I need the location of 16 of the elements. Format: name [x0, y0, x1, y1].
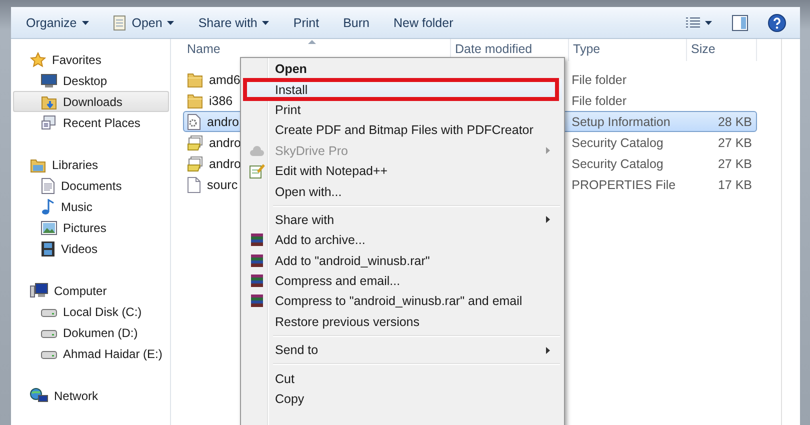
- file-name: amd6: [209, 72, 240, 86]
- file-name: andro: [209, 156, 241, 170]
- file-name: i386: [209, 94, 233, 108]
- file-type: Setup Information: [572, 114, 670, 128]
- file-type: Security Catalog: [572, 156, 664, 170]
- file-size: 27 KB: [718, 156, 752, 170]
- file-type: File folder: [572, 94, 627, 108]
- file-type: PROPERTIES File: [572, 178, 676, 192]
- file-type: File folder: [572, 72, 627, 86]
- file-name: andro: [207, 114, 239, 128]
- file-type: Security Catalog: [572, 136, 664, 150]
- file-size: 27 KB: [718, 136, 752, 150]
- file-size: 28 KB: [718, 114, 752, 128]
- file-name: sourc: [207, 178, 238, 192]
- file-name: andro: [209, 136, 241, 150]
- file-size: 17 KB: [718, 178, 752, 192]
